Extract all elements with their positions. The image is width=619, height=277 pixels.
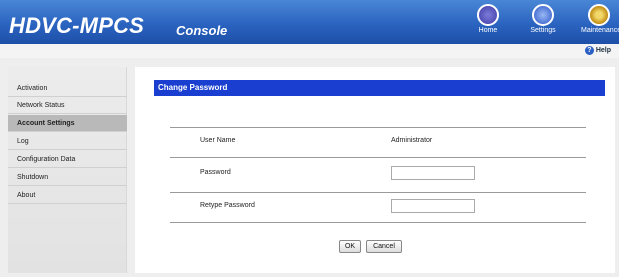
console-window: HDVC-MPCS Console Home Settings Maintena… bbox=[0, 0, 619, 277]
maintenance-label: Maintenance bbox=[581, 27, 619, 34]
sidebar-item-shutdown[interactable]: Shutdown bbox=[8, 169, 127, 186]
brand-title: HDVC-MPCS bbox=[9, 13, 145, 38]
help-label: Help bbox=[595, 47, 611, 54]
home-label: Home bbox=[478, 27, 498, 34]
settings-button[interactable]: Settings bbox=[525, 4, 561, 34]
help-icon: ? bbox=[584, 46, 594, 55]
brand-subtitle: Console bbox=[176, 23, 228, 38]
help-link[interactable]: ? Help bbox=[584, 46, 611, 55]
retype-password-label: Retype Password bbox=[200, 202, 255, 209]
page-title: Change Password bbox=[154, 80, 605, 96]
divider bbox=[170, 157, 586, 158]
user-name-value: Administrator bbox=[391, 137, 433, 144]
sidebar-item-activation[interactable]: Activation bbox=[8, 80, 127, 97]
sidebar-item-about[interactable]: About bbox=[8, 187, 127, 204]
divider bbox=[170, 192, 586, 193]
divider bbox=[170, 127, 586, 128]
sidebar-item-account-settings[interactable]: Account Settings bbox=[8, 115, 127, 132]
header-bar: HDVC-MPCS Console Home Settings Maintena… bbox=[0, 0, 619, 44]
sidebar-item-network-status[interactable]: Network Status bbox=[8, 97, 127, 114]
password-field[interactable] bbox=[391, 166, 475, 180]
user-name-label: User Name bbox=[200, 137, 236, 144]
help-bar: ? Help bbox=[0, 44, 619, 58]
home-icon bbox=[477, 4, 499, 26]
sidebar-item-configuration-data[interactable]: Configuration Data bbox=[8, 151, 127, 168]
home-button[interactable]: Home bbox=[470, 4, 506, 34]
settings-icon bbox=[532, 4, 554, 26]
maintenance-icon bbox=[588, 4, 610, 26]
ok-button[interactable]: OK bbox=[339, 240, 361, 253]
maintenance-button[interactable]: Maintenance bbox=[581, 4, 619, 34]
password-label: Password bbox=[200, 169, 231, 176]
retype-password-field[interactable] bbox=[391, 199, 475, 213]
settings-label: Settings bbox=[530, 27, 556, 34]
sidebar: Activation Network Status Account Settin… bbox=[8, 67, 127, 273]
sidebar-item-log[interactable]: Log bbox=[8, 133, 127, 150]
divider bbox=[170, 222, 586, 223]
cancel-button[interactable]: Cancel bbox=[366, 240, 402, 253]
